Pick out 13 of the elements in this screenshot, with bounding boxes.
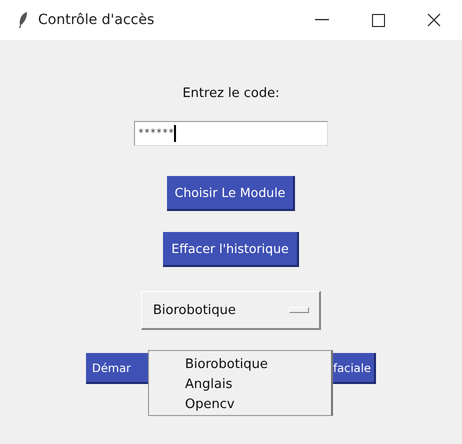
action-button[interactable]: Choisir Le Module xyxy=(166,176,296,211)
menu-item[interactable]: Anglais xyxy=(149,375,331,395)
menu-item[interactable]: Biorobotique xyxy=(149,355,331,375)
maximize-icon xyxy=(372,14,384,26)
module-dropdown[interactable]: Biorobotique xyxy=(141,291,321,330)
feather-icon xyxy=(18,11,28,29)
window-title: Contrôle d'accès xyxy=(38,12,156,28)
minimize-icon xyxy=(315,19,329,21)
menu-item[interactable]: Opencv xyxy=(149,395,331,415)
code-prompt: Entrez le code: xyxy=(182,86,280,101)
code-field[interactable]: ****** xyxy=(134,121,328,146)
close-icon xyxy=(427,13,441,27)
action-button[interactable]: Effacer l'historique xyxy=(163,232,299,267)
